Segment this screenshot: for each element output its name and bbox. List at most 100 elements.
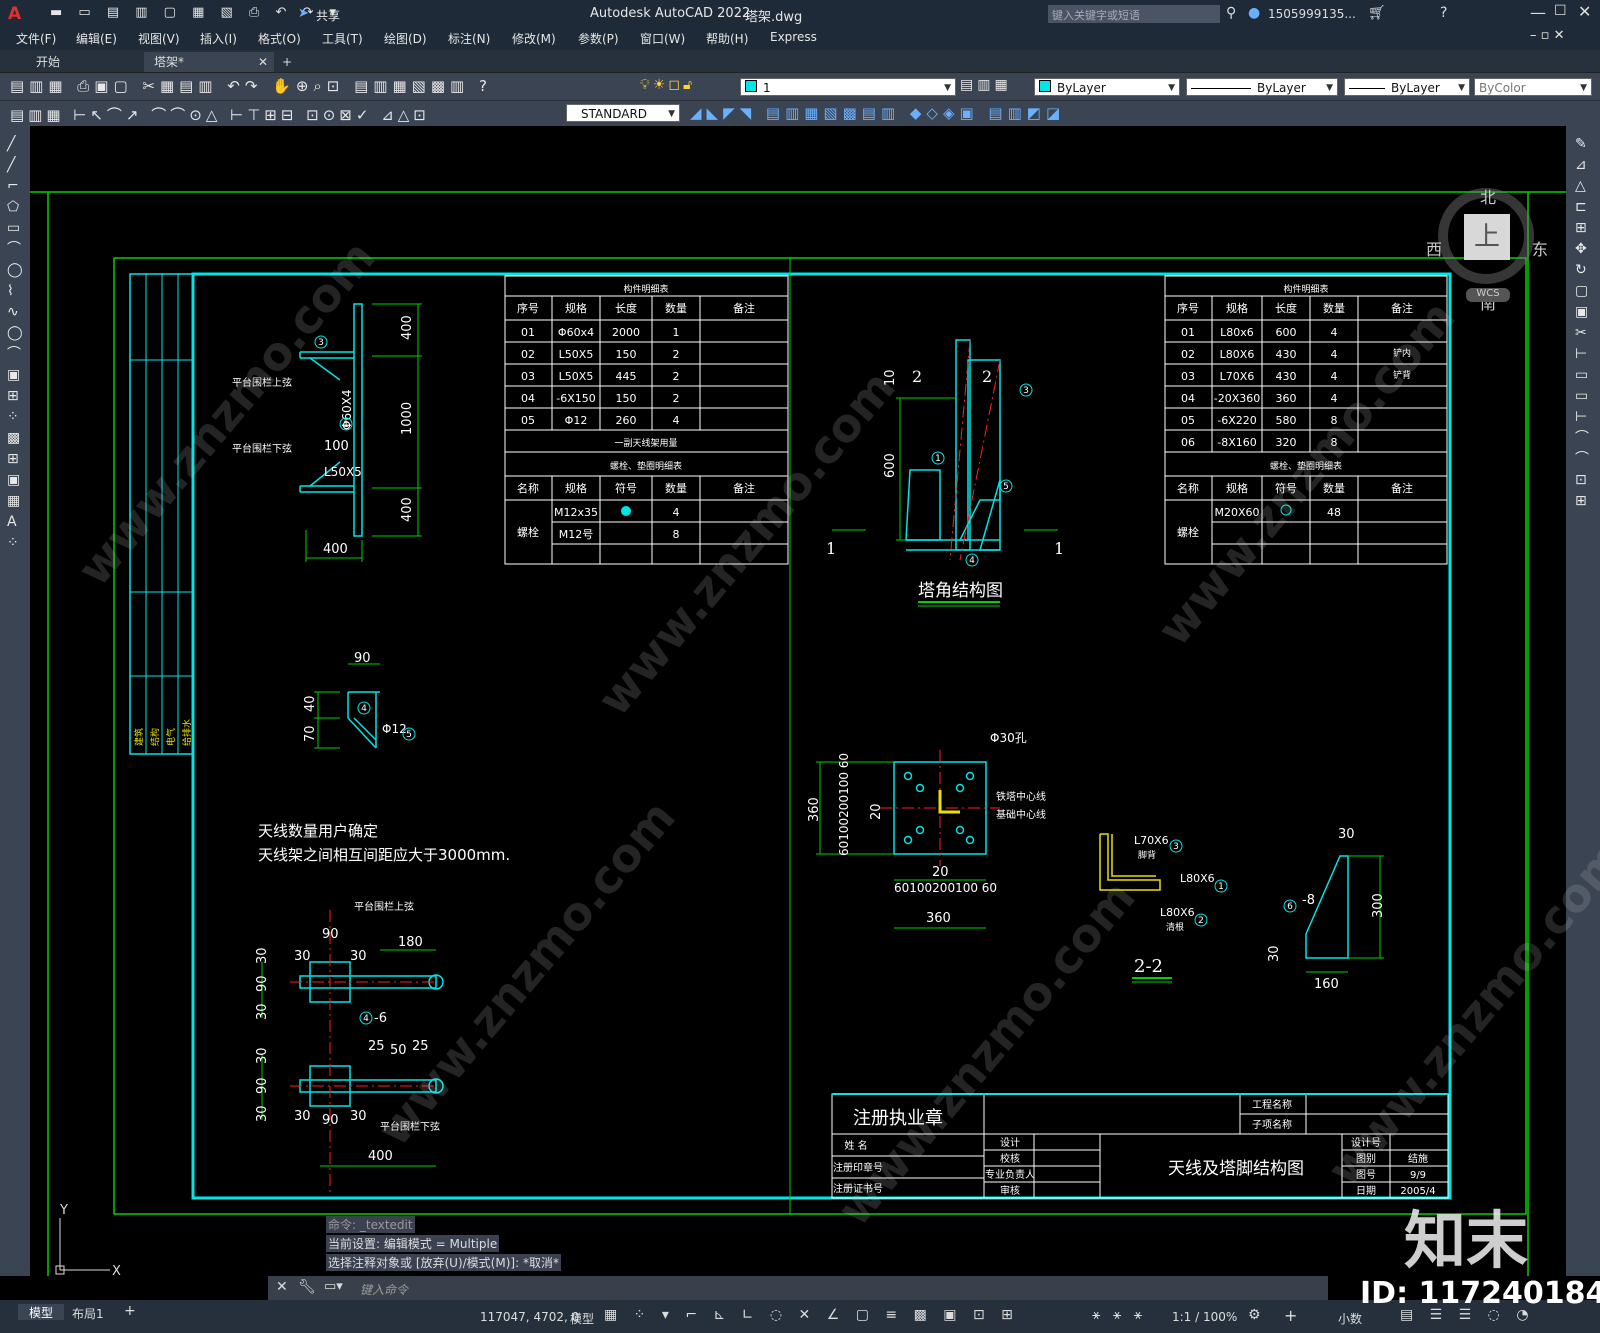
draw-tool-icons[interactable]: ╱ ╱ ⌐ ⬠ ▭ ⌒ ◯ ⌇ ∿ ◯ ⌒ ▣ ⊞ ⁘ ▩ ⊞ ▣ ▦ A ⁘ — [7, 134, 23, 554]
menu-draw[interactable]: 绘图(D) — [384, 30, 427, 47]
menu-insert[interactable]: 插入(I) — [200, 30, 237, 47]
help-icon[interactable]: ? — [1440, 5, 1447, 21]
menu-parametric[interactable]: 参数(P) — [578, 30, 619, 47]
model-space-toggle[interactable]: 模型 — [570, 1310, 594, 1327]
dim-400: 400 — [400, 497, 415, 522]
plus-icon[interactable]: + — [1284, 1306, 1297, 1325]
text-style-select[interactable]: STANDARD ▼ — [566, 104, 680, 122]
plotstyle-select[interactable]: ByColor ▼ — [1474, 78, 1592, 96]
cart-icon[interactable]: 🛒︎ — [1368, 5, 1386, 21]
menu-tools[interactable]: 工具(T) — [322, 30, 363, 47]
standard-tool-icons[interactable]: ▤▥▦ ⎙▣▢ ✂▦▤▥ ↶↷ ✋⊕⌕⊡ ▤▥▦▧▩▥ ? — [10, 77, 492, 95]
viewcube[interactable]: 上 北 南 西 东 — [1426, 166, 1548, 313]
tab-model[interactable]: 模型 — [18, 1304, 64, 1320]
search-icon[interactable]: ⚲ — [1226, 5, 1236, 21]
layer-tools-icons[interactable]: ▤▥▦ — [960, 77, 1012, 93]
table-cell: 4 — [1331, 326, 1338, 339]
note-line-1: 天线数量用户确定 — [258, 822, 378, 840]
status-toggle-icons[interactable]: ▦ ⁘ ▾ ⌐ ⊾ ∟ ◌ ✕ ∠ ▢ ≡ ▩ ▣ ⊡ ⊞ — [604, 1307, 1019, 1323]
svg-text:6: 6 — [1287, 902, 1293, 912]
table-cell: L70X6 — [1220, 370, 1255, 383]
l70-note: 脚背 — [1138, 849, 1156, 861]
drawing-canvas[interactable]: 构件明细表 序号 规格 长度 数量 备注 01 Φ60x4 2000 1 02 … — [30, 126, 1600, 1276]
right-table-header: 序号 — [1177, 301, 1199, 315]
table-cell: 430 — [1276, 370, 1297, 383]
table-cell: 04 — [521, 392, 535, 405]
autocad-logo[interactable]: A — [8, 4, 21, 24]
menu-help[interactable]: 帮助(H) — [706, 30, 748, 47]
modify-tool-icons-vertical[interactable]: ✎ ⊿ △ ⊏ ⊞ ✥ ↻ ▢ ▣ ✂ ⊢ ▭ ▭ ⊢ ⌒ ⌒ ⊡ ⊞ — [1575, 134, 1589, 512]
menu-view[interactable]: 视图(V) — [138, 30, 180, 47]
table-cell: 03 — [521, 370, 535, 383]
draw-toolbar: ╱ ╱ ⌐ ⬠ ▭ ⌒ ◯ ⌇ ∿ ◯ ⌒ ▣ ⊞ ⁘ ▩ ⊞ ▣ ▦ A ⁘ — [0, 126, 30, 1276]
tab-layout1[interactable]: 布局1 — [72, 1305, 104, 1322]
search-box[interactable]: 键入关键字或短语 — [1048, 5, 1220, 23]
table-cell: -6X150 — [556, 392, 596, 405]
viewcube-top-face[interactable]: 上 — [1464, 214, 1510, 260]
user-icon[interactable]: ● — [1248, 5, 1260, 21]
command-prompt-icon[interactable]: ▭▾ — [324, 1279, 343, 1294]
svg-text:Y: Y — [59, 1203, 68, 1218]
right-table-title: 构件明细表 — [1283, 283, 1328, 295]
dim-25: 25 — [368, 1039, 385, 1054]
table-cell: M12x35 — [554, 506, 598, 519]
color-select[interactable]: ByLayer ▼ — [1034, 78, 1180, 96]
document-tabs: 开始 塔架* ✕ + — [0, 50, 1600, 72]
command-input[interactable]: 键入命令 — [360, 1281, 408, 1298]
side-strip-label: 电气 — [165, 728, 177, 746]
new-tab-button[interactable]: + — [272, 52, 302, 72]
bolt-header: 数量 — [665, 482, 687, 495]
dim-90: 90 — [354, 651, 371, 666]
menu-window[interactable]: 窗口(W) — [640, 30, 685, 47]
search-input[interactable]: 键入关键字或短语 — [1052, 7, 1140, 23]
left-table-title: 构件明细表 — [623, 283, 668, 295]
dim-300: 300 — [1371, 893, 1386, 918]
annotation-scale[interactable]: 1:1 / 100% — [1172, 1310, 1237, 1324]
left-table-header: 数量 — [665, 302, 687, 315]
units-display[interactable]: 小数 — [1338, 1310, 1362, 1327]
annotation-icons[interactable]: ⚹ ⚹ ⚹ — [1092, 1307, 1146, 1323]
menu-modify[interactable]: 修改(M) — [512, 30, 556, 47]
angle-label: L50X5 — [324, 465, 362, 479]
command-line: ✕ 🔧︎ ▭▾ 键入命令 — [268, 1276, 1328, 1300]
tab-drawing[interactable]: 塔架* ✕ — [144, 52, 274, 72]
lineweight-select[interactable]: ByLayer ▼ — [1344, 78, 1470, 96]
table-cell: 600 — [1276, 326, 1297, 339]
bolt-header: 名称 — [1177, 481, 1199, 495]
compass-north[interactable]: 北 — [1480, 184, 1496, 208]
layer-select[interactable]: 1 ▼ — [740, 78, 956, 96]
dim-40: 40 — [303, 695, 318, 712]
user-name[interactable]: 1505999135... — [1268, 7, 1356, 21]
linetype-select[interactable]: ByLayer ▼ — [1186, 78, 1338, 96]
modify-tool-icons[interactable]: ◢◣◤◥ ▤▥▦▧▩▤▥ ◆◇◈▣ ▤▥◩◪ — [690, 104, 1065, 122]
table-cell: 4 — [1331, 370, 1338, 383]
wrench-icon[interactable]: 🔧︎ — [298, 1279, 316, 1295]
menu-dimension[interactable]: 标注(N) — [448, 30, 490, 47]
menu-file[interactable]: 文件(F) — [16, 30, 56, 47]
menu-format[interactable]: 格式(O) — [258, 30, 301, 47]
wcs-menu[interactable]: WCS — [1466, 288, 1510, 302]
dim-6: -6 — [374, 1011, 387, 1026]
share-icon[interactable]: ➤ — [298, 6, 309, 21]
close-icon[interactable]: ✕ — [276, 1279, 288, 1295]
maximize-button[interactable]: ☐ — [1554, 3, 1567, 19]
gear-icon[interactable]: ⚙ — [1248, 1307, 1261, 1323]
add-layout-button[interactable]: + — [124, 1303, 136, 1319]
menu-express[interactable]: Express — [770, 30, 817, 44]
wcs-label: WCS — [1476, 288, 1500, 299]
share-button[interactable]: 共享 — [316, 7, 340, 24]
tab-close-icon[interactable]: ✕ — [258, 52, 268, 72]
dimension-tool-icons[interactable]: ▤▥▦ ⊢↖⌒↗ ⌒⌒⊙△ ⊢⊤⊞⊟ ⊡⊙⊠✓ ⊿△⊡ — [10, 104, 430, 125]
tab-start[interactable]: 开始 — [26, 52, 156, 72]
compass-east[interactable]: 东 — [1532, 236, 1548, 260]
close-button[interactable]: ✕ — [1578, 2, 1591, 21]
coordinates-readout: 117047, 4702, 0 — [480, 1310, 580, 1324]
minimize-button[interactable]: — — [1530, 3, 1546, 22]
layer-state-icons[interactable]: 💡︎☀︎◻︎🔓︎ — [640, 77, 695, 93]
dim-30: 30 — [1338, 827, 1355, 842]
left-table-header: 规格 — [565, 301, 587, 315]
doc-window-controls[interactable]: – ▫ ✕ — [1530, 28, 1564, 43]
compass-west[interactable]: 西 — [1426, 236, 1442, 260]
plotstyle-value: ByColor — [1479, 81, 1526, 95]
menu-edit[interactable]: 编辑(E) — [76, 30, 117, 47]
